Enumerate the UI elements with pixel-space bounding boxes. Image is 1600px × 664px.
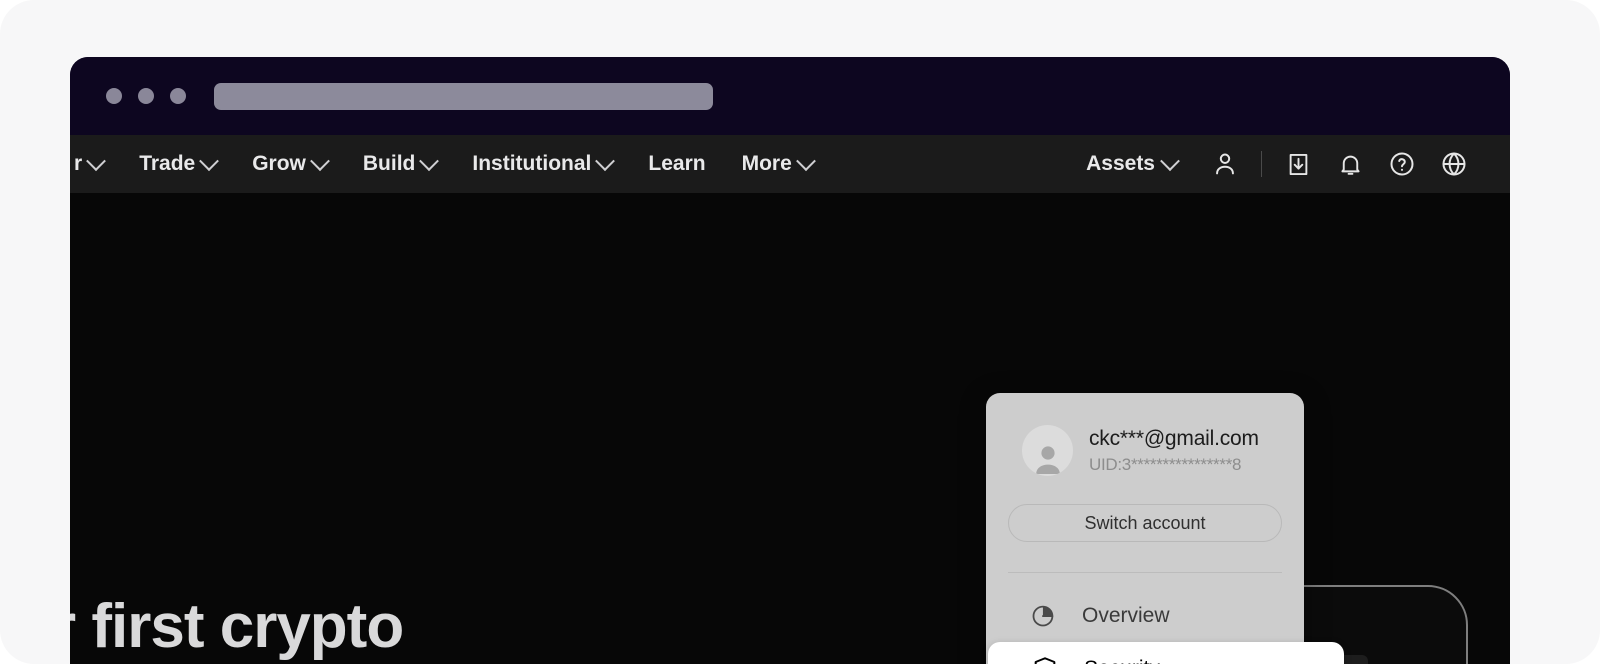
account-dropdown-menu: ckc***@gmail.com UID:3****************8 …: [986, 393, 1344, 664]
nav-item-label: Institutional: [472, 152, 592, 175]
download-icon: [1285, 151, 1312, 178]
chevron-down-icon: [595, 151, 616, 172]
chevron-down-icon: [86, 151, 107, 172]
menu-item-label: Security: [1084, 657, 1160, 664]
account-identity: ckc***@gmail.com UID:3****************8: [1089, 427, 1259, 475]
globe-language-icon: [1440, 150, 1468, 178]
nav-item-build[interactable]: Build: [345, 151, 455, 176]
shield-check-icon: [1030, 654, 1060, 664]
close-window-dot[interactable]: [106, 88, 122, 104]
chevron-down-icon: [1160, 151, 1180, 172]
nav-item-label: Trade: [139, 152, 196, 175]
switch-account-button[interactable]: Switch account: [1008, 504, 1282, 542]
language-button[interactable]: [1428, 135, 1480, 193]
nav-item-label: More: [741, 152, 792, 175]
site-navbar: r Trade Grow Build Institutional Learn M…: [70, 135, 1510, 193]
download-app-button[interactable]: [1272, 135, 1324, 193]
notifications-button[interactable]: [1324, 135, 1376, 193]
nav-item-label: Learn: [648, 152, 706, 175]
site-content: r first crypto 7.00: [70, 193, 1510, 664]
avatar-person-icon: [1031, 444, 1065, 476]
menu-item-security[interactable]: Security: [988, 642, 1344, 664]
bell-notification-icon: [1337, 151, 1364, 178]
chevron-down-icon: [199, 151, 220, 172]
nav-item-label: Build: [362, 152, 416, 175]
hero-heading: r first crypto: [70, 592, 404, 661]
menu-item-label: Overview: [1082, 603, 1170, 627]
maximize-window-dot[interactable]: [170, 88, 186, 104]
navbar-divider: [1261, 151, 1262, 177]
nav-item-label: Grow: [252, 152, 306, 175]
account-header: ckc***@gmail.com UID:3****************8: [986, 393, 1304, 476]
page-canvas: r Trade Grow Build Institutional Learn M…: [0, 0, 1600, 664]
traffic-lights: [106, 88, 186, 104]
chevron-down-icon: [419, 151, 440, 172]
nav-item-more[interactable]: More: [724, 151, 831, 176]
pie-chart-icon: [1028, 601, 1058, 631]
nav-item-grow[interactable]: Grow: [234, 151, 345, 176]
nav-item-label: r: [74, 152, 83, 175]
nav-item-trade[interactable]: Trade: [121, 151, 234, 176]
menu-divider: [1008, 572, 1282, 573]
nav-item-institutional[interactable]: Institutional: [454, 151, 630, 176]
user-profile-button[interactable]: [1199, 135, 1251, 193]
account-menu-list: Overview Security: [986, 589, 1344, 664]
nav-item-learn[interactable]: Learn: [630, 152, 723, 176]
account-uid: UID:3****************8: [1089, 454, 1242, 474]
url-bar[interactable]: [214, 83, 713, 110]
help-circle-icon: [1388, 150, 1416, 178]
menu-item-overview[interactable]: Overview: [986, 589, 1304, 642]
chevron-down-icon: [795, 151, 816, 172]
avatar: [1022, 425, 1073, 476]
nav-item-discover[interactable]: r: [70, 151, 121, 176]
account-email: ckc***@gmail.com: [1089, 426, 1259, 450]
browser-window: r Trade Grow Build Institutional Learn M…: [70, 57, 1510, 664]
navbar-utility-links: Assets: [1076, 135, 1480, 193]
navbar-primary-links: r Trade Grow Build Institutional Learn M…: [70, 135, 831, 193]
browser-title-bar: [70, 57, 1510, 135]
chevron-down-icon: [309, 151, 330, 172]
help-button[interactable]: [1376, 135, 1428, 193]
minimize-window-dot[interactable]: [138, 88, 154, 104]
user-profile-icon: [1211, 150, 1239, 178]
assets-label: Assets: [1086, 152, 1155, 175]
nav-item-assets[interactable]: Assets: [1076, 151, 1199, 176]
